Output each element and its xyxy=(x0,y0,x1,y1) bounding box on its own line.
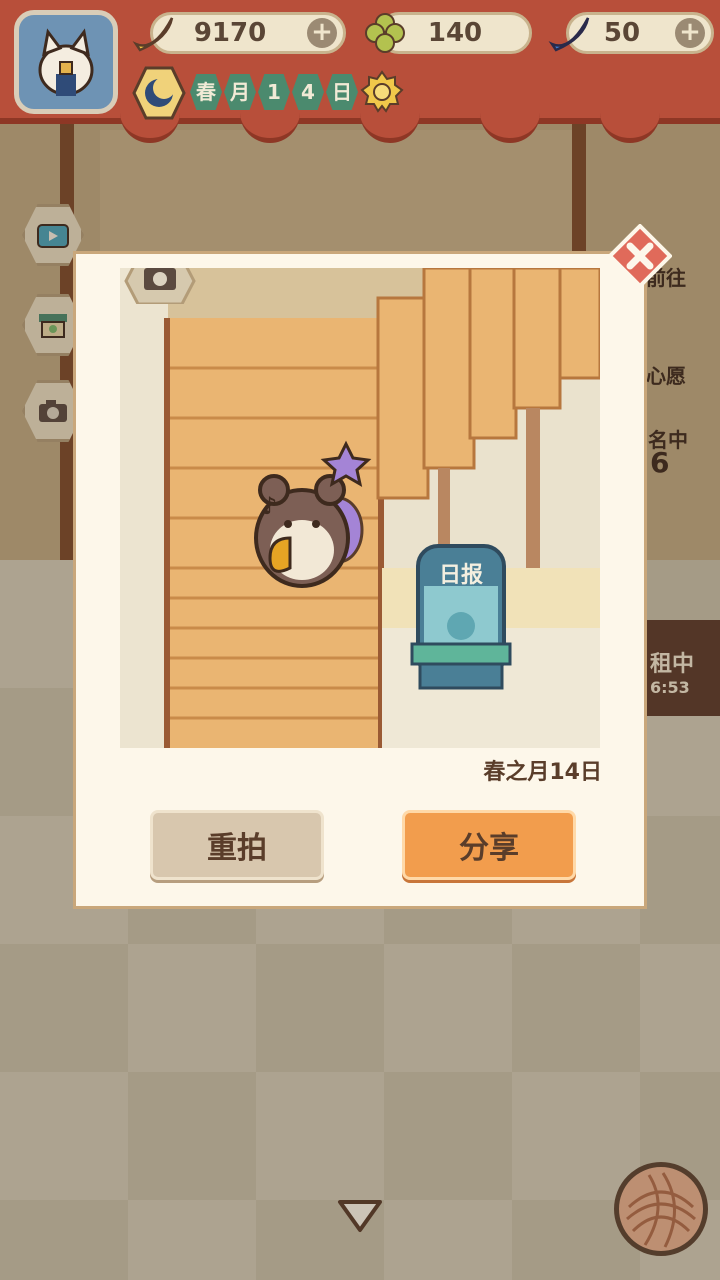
date-char: 4 xyxy=(292,74,324,110)
moon-calendar-icon[interactable] xyxy=(132,66,186,120)
photo-image: 日报 ♪ xyxy=(120,268,600,748)
camera-corner-icon xyxy=(124,268,196,304)
svg-text:♪: ♪ xyxy=(262,492,277,520)
share-button[interactable]: 分享 xyxy=(402,810,576,880)
banana-icon xyxy=(132,17,174,52)
newspaper-sign-text: 日报 xyxy=(439,563,483,588)
sun-weather-icon[interactable] xyxy=(360,70,404,114)
date-char: 日 xyxy=(326,74,358,110)
top-bar: 9170 + 140 50 + 春 月 1 4 日 xyxy=(0,0,720,143)
cat-avatar-icon xyxy=(38,28,94,96)
close-icon[interactable] xyxy=(608,224,672,288)
date-char: 月 xyxy=(224,74,256,110)
add-blue-banana-button[interactable]: + xyxy=(675,18,705,48)
banana-counter: 9170 + xyxy=(150,12,346,54)
date-char: 春 xyxy=(190,74,222,110)
add-banana-button[interactable]: + xyxy=(307,18,337,48)
retake-button[interactable]: 重拍 xyxy=(150,810,324,880)
photo-date-caption: 春之月14日 xyxy=(483,760,602,785)
clover-icon xyxy=(365,13,405,53)
date-char: 1 xyxy=(258,74,290,110)
player-avatar[interactable] xyxy=(14,10,118,114)
blue-banana-icon xyxy=(548,17,590,52)
photo-dialog: 日报 ♪ 春之月14日 重拍 分享 xyxy=(76,254,644,906)
photo-preview: 日报 ♪ xyxy=(120,268,600,748)
